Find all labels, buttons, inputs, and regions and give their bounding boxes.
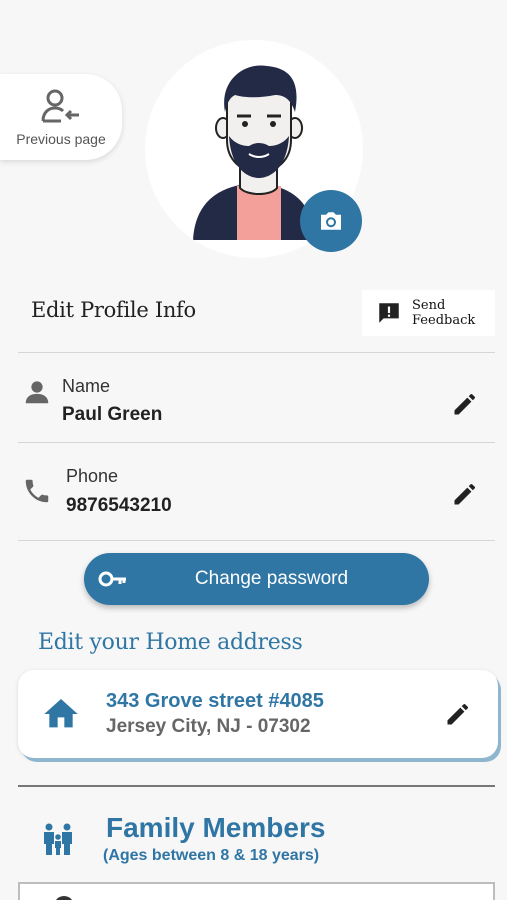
change-photo-button[interactable] [300, 190, 362, 252]
feedback-icon [379, 303, 399, 323]
change-password-label: Change password [194, 568, 349, 589]
home-icon [44, 699, 78, 728]
phone-row: Phone 9876543210 [18, 442, 495, 538]
edit-phone-icon[interactable] [451, 480, 479, 508]
key-icon [98, 571, 126, 587]
name-value: Paul Green [62, 404, 163, 425]
change-password-button[interactable]: Change password [84, 553, 429, 605]
send-feedback-button[interactable]: Send Feedback [362, 290, 495, 336]
section-divider [18, 785, 495, 787]
edit-address-icon[interactable] [444, 700, 472, 728]
home-address-card[interactable]: 343 Grove street #4085 Jersey City, NJ -… [18, 670, 498, 758]
name-label: Name [62, 376, 111, 396]
edit-name-icon[interactable] [451, 390, 479, 418]
previous-page-button[interactable]: Previous page [0, 74, 122, 160]
person-icon [25, 381, 49, 404]
phone-value: 9876543210 [66, 495, 172, 516]
previous-page-label: Previous page [16, 131, 106, 147]
family-members-subtitle: (Ages between 8 & 18 years) [103, 847, 320, 864]
family-members-title: Family Members [106, 812, 326, 843]
person-back-icon [41, 89, 79, 123]
divider [18, 540, 495, 541]
send-feedback-label: Send Feedback [412, 298, 476, 328]
family-icon [44, 823, 72, 855]
name-row: Name Paul Green [18, 352, 495, 448]
address-line-1: 343 Grove street #4085 [106, 690, 324, 712]
home-address-title: Edit your Home address [38, 630, 303, 655]
phone-label: Phone [66, 466, 119, 486]
phone-icon [25, 479, 49, 503]
edit-profile-title: Edit Profile Info [31, 298, 196, 322]
camera-icon [321, 212, 341, 230]
member-avatar [54, 896, 74, 900]
family-member-card[interactable] [18, 882, 495, 900]
address-line-2: Jersey City, NJ - 07302 [106, 716, 311, 737]
